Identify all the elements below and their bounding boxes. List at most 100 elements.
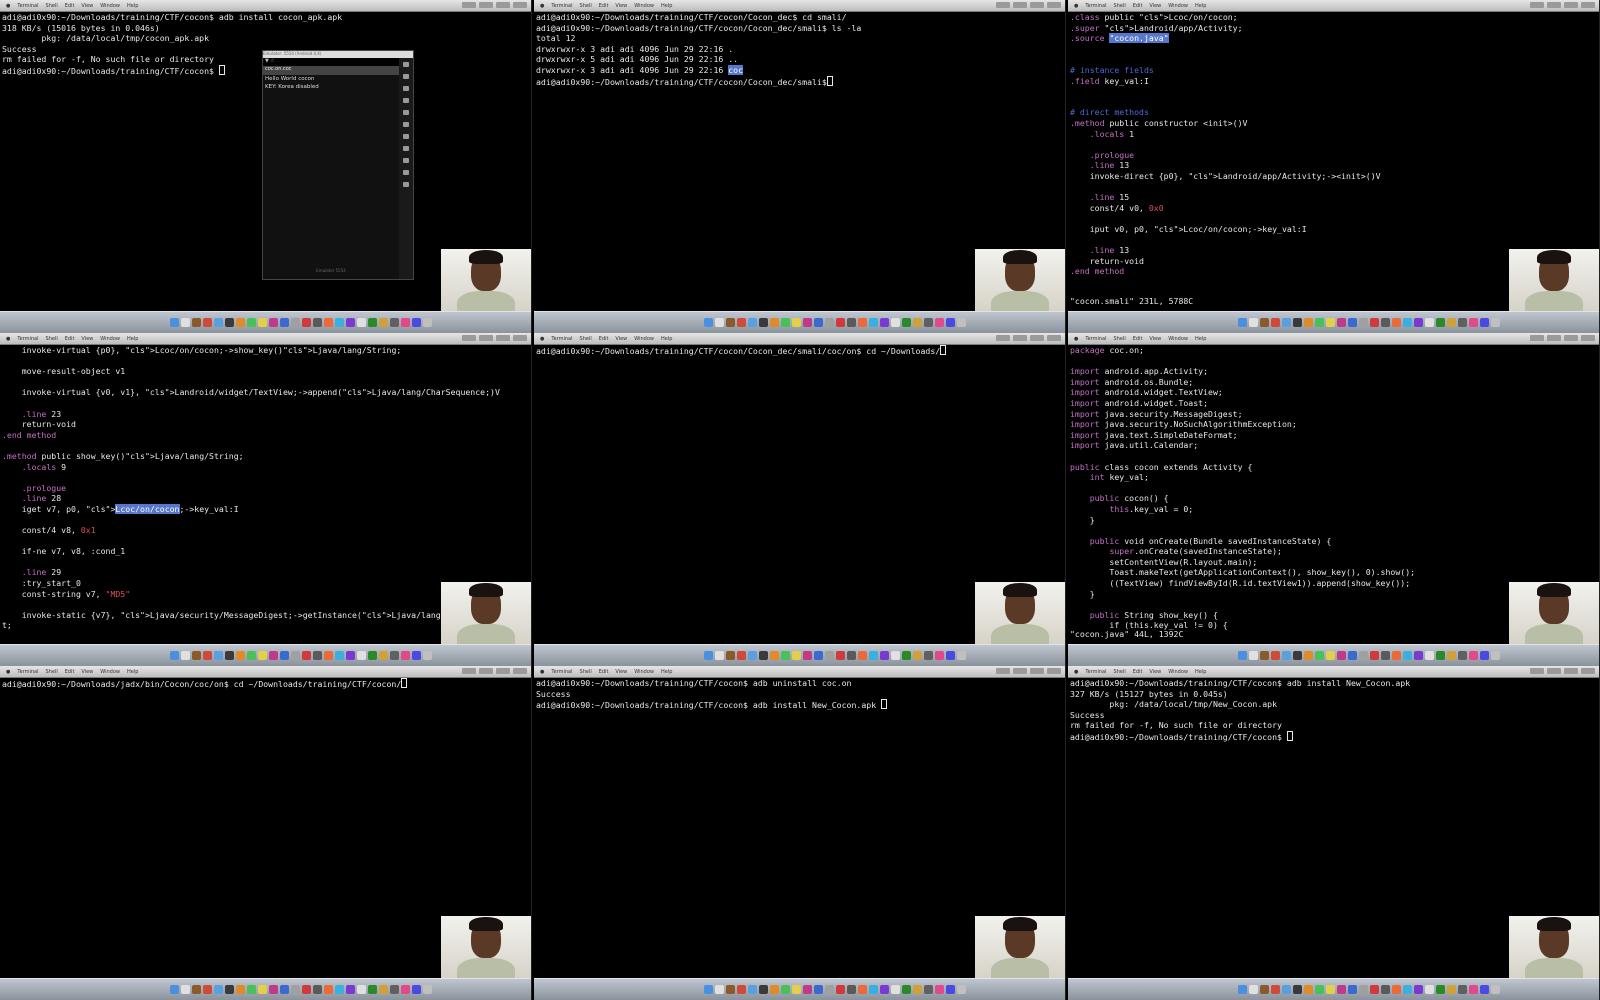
dock-app-icon[interactable] — [1435, 318, 1445, 327]
dock-app-icon[interactable] — [868, 985, 878, 994]
dock-app-icon[interactable] — [1248, 651, 1258, 660]
dock-app-icon[interactable] — [400, 985, 410, 994]
dock-app-icon[interactable] — [956, 318, 966, 327]
dock-app-icon[interactable] — [813, 318, 823, 327]
dock-app-icon[interactable] — [890, 318, 900, 327]
menu-item[interactable]: Help — [661, 669, 672, 675]
dock-app-icon[interactable] — [400, 651, 410, 660]
dock-app-icon[interactable] — [224, 318, 234, 327]
dock-app-icon[interactable] — [1413, 651, 1423, 660]
dock-app-icon[interactable] — [246, 651, 256, 660]
dock-app-icon[interactable] — [791, 651, 801, 660]
dock-app-icon[interactable] — [1391, 651, 1401, 660]
dock-app-icon[interactable] — [857, 651, 867, 660]
dock-app-icon[interactable] — [257, 651, 267, 660]
menu-item[interactable]: Shell — [1114, 336, 1126, 342]
dock-app-icon[interactable] — [780, 318, 790, 327]
dock-app-icon[interactable] — [769, 318, 779, 327]
dock-app-icon[interactable] — [235, 318, 245, 327]
menu-item[interactable]: Help — [661, 3, 672, 9]
dock-app-icon[interactable] — [202, 985, 212, 994]
menu-item[interactable]: Edit — [599, 336, 609, 342]
dock-app-icon[interactable] — [703, 985, 713, 994]
dock-app-icon[interactable] — [1479, 985, 1489, 994]
menu-item[interactable]: Terminal — [1085, 336, 1106, 342]
menu-item[interactable]: Terminal — [551, 336, 572, 342]
menu-item[interactable]: Shell — [580, 336, 592, 342]
dock-app-icon[interactable] — [1358, 318, 1368, 327]
dock-app-icon[interactable] — [169, 651, 179, 660]
dock-app-icon[interactable] — [747, 651, 757, 660]
menu-item[interactable]: View — [81, 3, 93, 9]
dock-app-icon[interactable] — [169, 985, 179, 994]
dock-app-icon[interactable] — [1468, 651, 1478, 660]
dock-app-icon[interactable] — [356, 985, 366, 994]
apple-icon[interactable]: ● — [540, 3, 544, 9]
dock-app-icon[interactable] — [780, 651, 790, 660]
dock-app-icon[interactable] — [1325, 985, 1335, 994]
zoom-icon[interactable] — [403, 134, 409, 139]
dock-app-icon[interactable] — [923, 651, 933, 660]
menu-item[interactable]: View — [615, 336, 627, 342]
dock-app-icon[interactable] — [747, 318, 757, 327]
menu-item[interactable]: Window — [634, 336, 654, 342]
dock-app-icon[interactable] — [912, 318, 922, 327]
dock-app-icon[interactable] — [378, 985, 388, 994]
dock-app-icon[interactable] — [1468, 985, 1478, 994]
dock-app-icon[interactable] — [747, 985, 757, 994]
dock-app-icon[interactable] — [879, 985, 889, 994]
menu-item[interactable]: Shell — [46, 3, 58, 9]
dock-app-icon[interactable] — [1457, 985, 1467, 994]
dock-app-icon[interactable] — [945, 651, 955, 660]
menu-item[interactable]: Edit — [1133, 336, 1143, 342]
dock-app-icon[interactable] — [378, 651, 388, 660]
menu-item[interactable]: View — [81, 336, 93, 342]
dock-app-icon[interactable] — [934, 985, 944, 994]
dock-app-icon[interactable] — [1281, 651, 1291, 660]
dock-app-icon[interactable] — [312, 651, 322, 660]
menu-item[interactable]: Terminal — [17, 3, 38, 9]
dock-app-icon[interactable] — [213, 318, 223, 327]
dock-app-icon[interactable] — [422, 318, 432, 327]
menu-item[interactable]: View — [1149, 336, 1161, 342]
menu-item[interactable]: Terminal — [17, 669, 38, 675]
dock-app-icon[interactable] — [180, 651, 190, 660]
dock-app-icon[interactable] — [224, 651, 234, 660]
dock-app-icon[interactable] — [268, 318, 278, 327]
dock-app-icon[interactable] — [1248, 985, 1258, 994]
dock-app-icon[interactable] — [813, 985, 823, 994]
dock-app-icon[interactable] — [1336, 651, 1346, 660]
dock-app-icon[interactable] — [725, 985, 735, 994]
dock-app-icon[interactable] — [1314, 318, 1324, 327]
volume-up-icon[interactable] — [403, 74, 409, 79]
menu-item[interactable]: Terminal — [1085, 3, 1106, 9]
menu-item[interactable]: Help — [127, 3, 138, 9]
menu-item[interactable]: Shell — [1114, 3, 1126, 9]
dock-app-icon[interactable] — [356, 318, 366, 327]
dock-app-icon[interactable] — [312, 985, 322, 994]
dock-app-icon[interactable] — [824, 651, 834, 660]
dock-app-icon[interactable] — [1391, 318, 1401, 327]
dock-app-icon[interactable] — [1490, 985, 1500, 994]
dock-app-icon[interactable] — [1292, 985, 1302, 994]
camera-icon[interactable] — [403, 122, 409, 127]
dock-app-icon[interactable] — [334, 318, 344, 327]
dock-app-icon[interactable] — [345, 985, 355, 994]
dock-app-icon[interactable] — [268, 651, 278, 660]
dock-app-icon[interactable] — [1292, 318, 1302, 327]
dock-app-icon[interactable] — [389, 318, 399, 327]
dock-app-icon[interactable] — [824, 318, 834, 327]
dock-app-icon[interactable] — [758, 318, 768, 327]
dock-app-icon[interactable] — [1468, 318, 1478, 327]
dock-app-icon[interactable] — [202, 651, 212, 660]
dock-app-icon[interactable] — [1446, 985, 1456, 994]
dock-app-icon[interactable] — [1402, 985, 1412, 994]
dock-app-icon[interactable] — [780, 985, 790, 994]
apple-icon[interactable]: ● — [1074, 336, 1078, 342]
dock-app-icon[interactable] — [367, 651, 377, 660]
dock-app-icon[interactable] — [1424, 651, 1434, 660]
dock-app-icon[interactable] — [813, 651, 823, 660]
dock-app-icon[interactable] — [1413, 318, 1423, 327]
menu-item[interactable]: Help — [1195, 336, 1206, 342]
dock-app-icon[interactable] — [714, 985, 724, 994]
